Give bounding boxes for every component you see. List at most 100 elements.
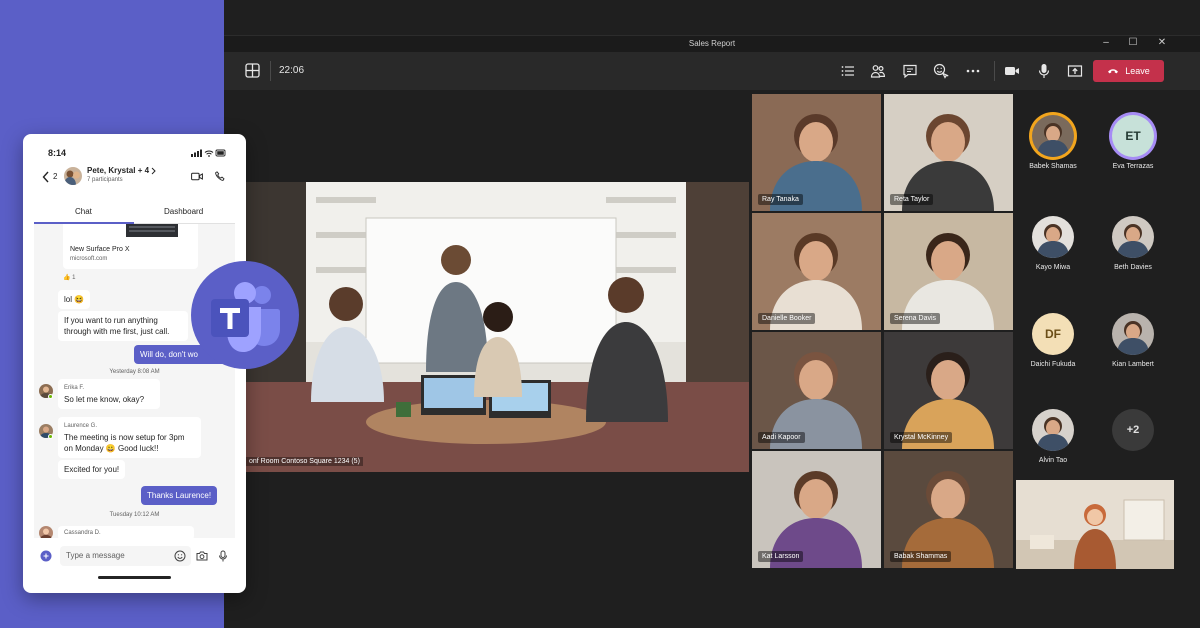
toolbar-divider (994, 61, 995, 81)
home-indicator (98, 576, 171, 579)
toolbar-divider (270, 61, 271, 81)
sender-name: Erika F. (64, 385, 85, 391)
minimize-icon[interactable]: – (1099, 37, 1113, 48)
conference-room-video: onf Room Contoso Square 1234 (5) (246, 182, 749, 472)
avatar (1112, 313, 1154, 355)
reactions-icon[interactable] (933, 63, 949, 79)
participant-name: Ray Tanaka (758, 194, 803, 205)
sender-name: Cassandra D. (64, 530, 101, 536)
maximize-icon[interactable]: ☐ (1126, 37, 1140, 48)
audio-call-icon[interactable] (215, 171, 225, 181)
meeting-toolbar: 22:06 Leave (224, 52, 1200, 90)
teams-logo-icon (191, 261, 299, 369)
surface-keyboard-image (126, 224, 178, 237)
roster-name: Eva Terrazas (1112, 163, 1154, 170)
leave-label: Leave (1125, 66, 1150, 76)
microphone-icon[interactable] (1036, 63, 1052, 79)
more-actions-icon[interactable] (965, 63, 981, 79)
compose-bar: Type a message (34, 538, 235, 584)
roster-name: Kayo Miwa (1035, 264, 1071, 271)
avatar: ET (1112, 115, 1154, 157)
tab-dashboard[interactable]: Dashboard (164, 207, 203, 216)
meeting-stage: onf Room Contoso Square 1234 (5) Ray Tan… (224, 90, 1200, 628)
message-bubble: Laurence G. The meeting is now setup for… (58, 417, 201, 458)
roster-participant[interactable]: Babek Shamas (1014, 115, 1092, 170)
video-tile[interactable]: Kat Larsson (752, 451, 881, 568)
gallery-layout-icon[interactable] (245, 63, 260, 78)
roster-participant[interactable]: DF Daichi Fukuda (1014, 313, 1092, 368)
link-preview-card[interactable]: New Surface Pro X microsoft.com (63, 224, 198, 269)
video-tile[interactable]: Babak Shammas (884, 451, 1013, 568)
roster-participant[interactable]: Beth Davies (1094, 216, 1172, 271)
chat-icon[interactable] (902, 63, 918, 79)
link-url: microsoft.com (70, 256, 108, 262)
message-bubble: Excited for you! (58, 460, 126, 479)
back-chevron-icon[interactable] (42, 171, 50, 183)
roster-name: Babek Shamas (1029, 163, 1077, 170)
close-icon[interactable]: ✕ (1155, 37, 1169, 48)
participant-name: Danielle Booker (758, 313, 816, 324)
phone-hangup-icon (1108, 69, 1119, 74)
video-tile[interactable]: Reta Taylor (884, 94, 1013, 211)
camera-icon[interactable] (196, 550, 208, 562)
roster-participant[interactable]: Kayo Miwa (1014, 216, 1092, 271)
microphone-icon[interactable] (218, 550, 228, 562)
add-icon[interactable] (40, 550, 52, 562)
timestamp: Tuesday 10:12 AM (109, 512, 160, 518)
participant-name: Aadi Kapoor (758, 432, 805, 443)
message-bubble: Cassandra D. (58, 526, 194, 538)
presence-dot (48, 394, 53, 399)
participant-name: Serena Davis (890, 313, 941, 324)
tab-chat[interactable]: Chat (75, 207, 92, 216)
avatar (1032, 409, 1074, 451)
room-video-label: onf Room Contoso Square 1234 (5) (246, 457, 363, 466)
message-bubble: Erika F. So let me know, okay? (58, 379, 160, 409)
roster-participant[interactable]: ET Eva Terrazas (1094, 115, 1172, 170)
avatar (39, 526, 53, 538)
more-options-list-icon[interactable] (840, 63, 856, 79)
avatar: DF (1032, 313, 1074, 355)
chat-title[interactable]: Pete, Krystal + 4 (87, 166, 149, 175)
back-count: 2 (53, 172, 58, 181)
participant-name: Reta Taylor (890, 194, 934, 205)
roster-participant[interactable]: Alvin Tao (1014, 409, 1092, 464)
reaction-number: 1 (72, 275, 76, 281)
message-text: The meeting is now setup for 3pm on Mond… (64, 433, 185, 453)
video-tile[interactable]: Ray Tanaka (752, 94, 881, 211)
sender-name: Laurence G. (64, 423, 98, 429)
message-input[interactable]: Type a message (60, 546, 191, 566)
avatar (1032, 216, 1074, 258)
camera-icon[interactable] (1004, 63, 1020, 79)
chat-header: 2 Pete, Krystal + 4 7 participants (34, 163, 235, 199)
link-title: New Surface Pro X (70, 246, 130, 253)
window-title: Sales Report (688, 39, 736, 48)
share-screen-icon[interactable] (1067, 63, 1083, 79)
avatar: +2 (1112, 409, 1154, 451)
video-tile[interactable]: Serena Davis (884, 213, 1013, 330)
more-participants-button[interactable]: +2 (1094, 409, 1172, 451)
teams-meeting-window: Sales Report – ☐ ✕ 22:06 Leave onf Room … (224, 0, 1200, 628)
reaction-count: 👍 1 (63, 275, 76, 281)
title-bar: Sales Report – ☐ ✕ (224, 35, 1200, 52)
message-bubble: lol 😆 (58, 290, 91, 309)
participant-name: Kat Larsson (758, 551, 804, 562)
participants-icon[interactable] (870, 63, 886, 79)
my-message-bubble: Thanks Laurence! (141, 486, 218, 505)
video-tile[interactable]: Krystal McKinney (884, 332, 1013, 449)
video-tile[interactable]: Danielle Booker (752, 213, 881, 330)
video-tile[interactable]: Aadi Kapoor (752, 332, 881, 449)
chat-subtitle: 7 participants (87, 177, 123, 183)
participant-name: Krystal McKinney (890, 432, 953, 443)
self-view-video[interactable] (1016, 480, 1174, 569)
avatar (1112, 216, 1154, 258)
video-call-icon[interactable] (191, 172, 203, 181)
roster-participant[interactable]: Kian Lambert (1094, 313, 1172, 368)
roster-name: Kian Lambert (1112, 361, 1154, 368)
message-bubble: If you want to run anything through with… (58, 311, 188, 341)
roster-name: Daichi Fukuda (1030, 361, 1076, 368)
message-text: So let me know, okay? (64, 395, 145, 404)
emoji-icon[interactable] (174, 550, 186, 562)
chat-tabs: Chat Dashboard (34, 202, 235, 224)
avatar (1032, 115, 1074, 157)
leave-button[interactable]: Leave (1093, 60, 1164, 82)
